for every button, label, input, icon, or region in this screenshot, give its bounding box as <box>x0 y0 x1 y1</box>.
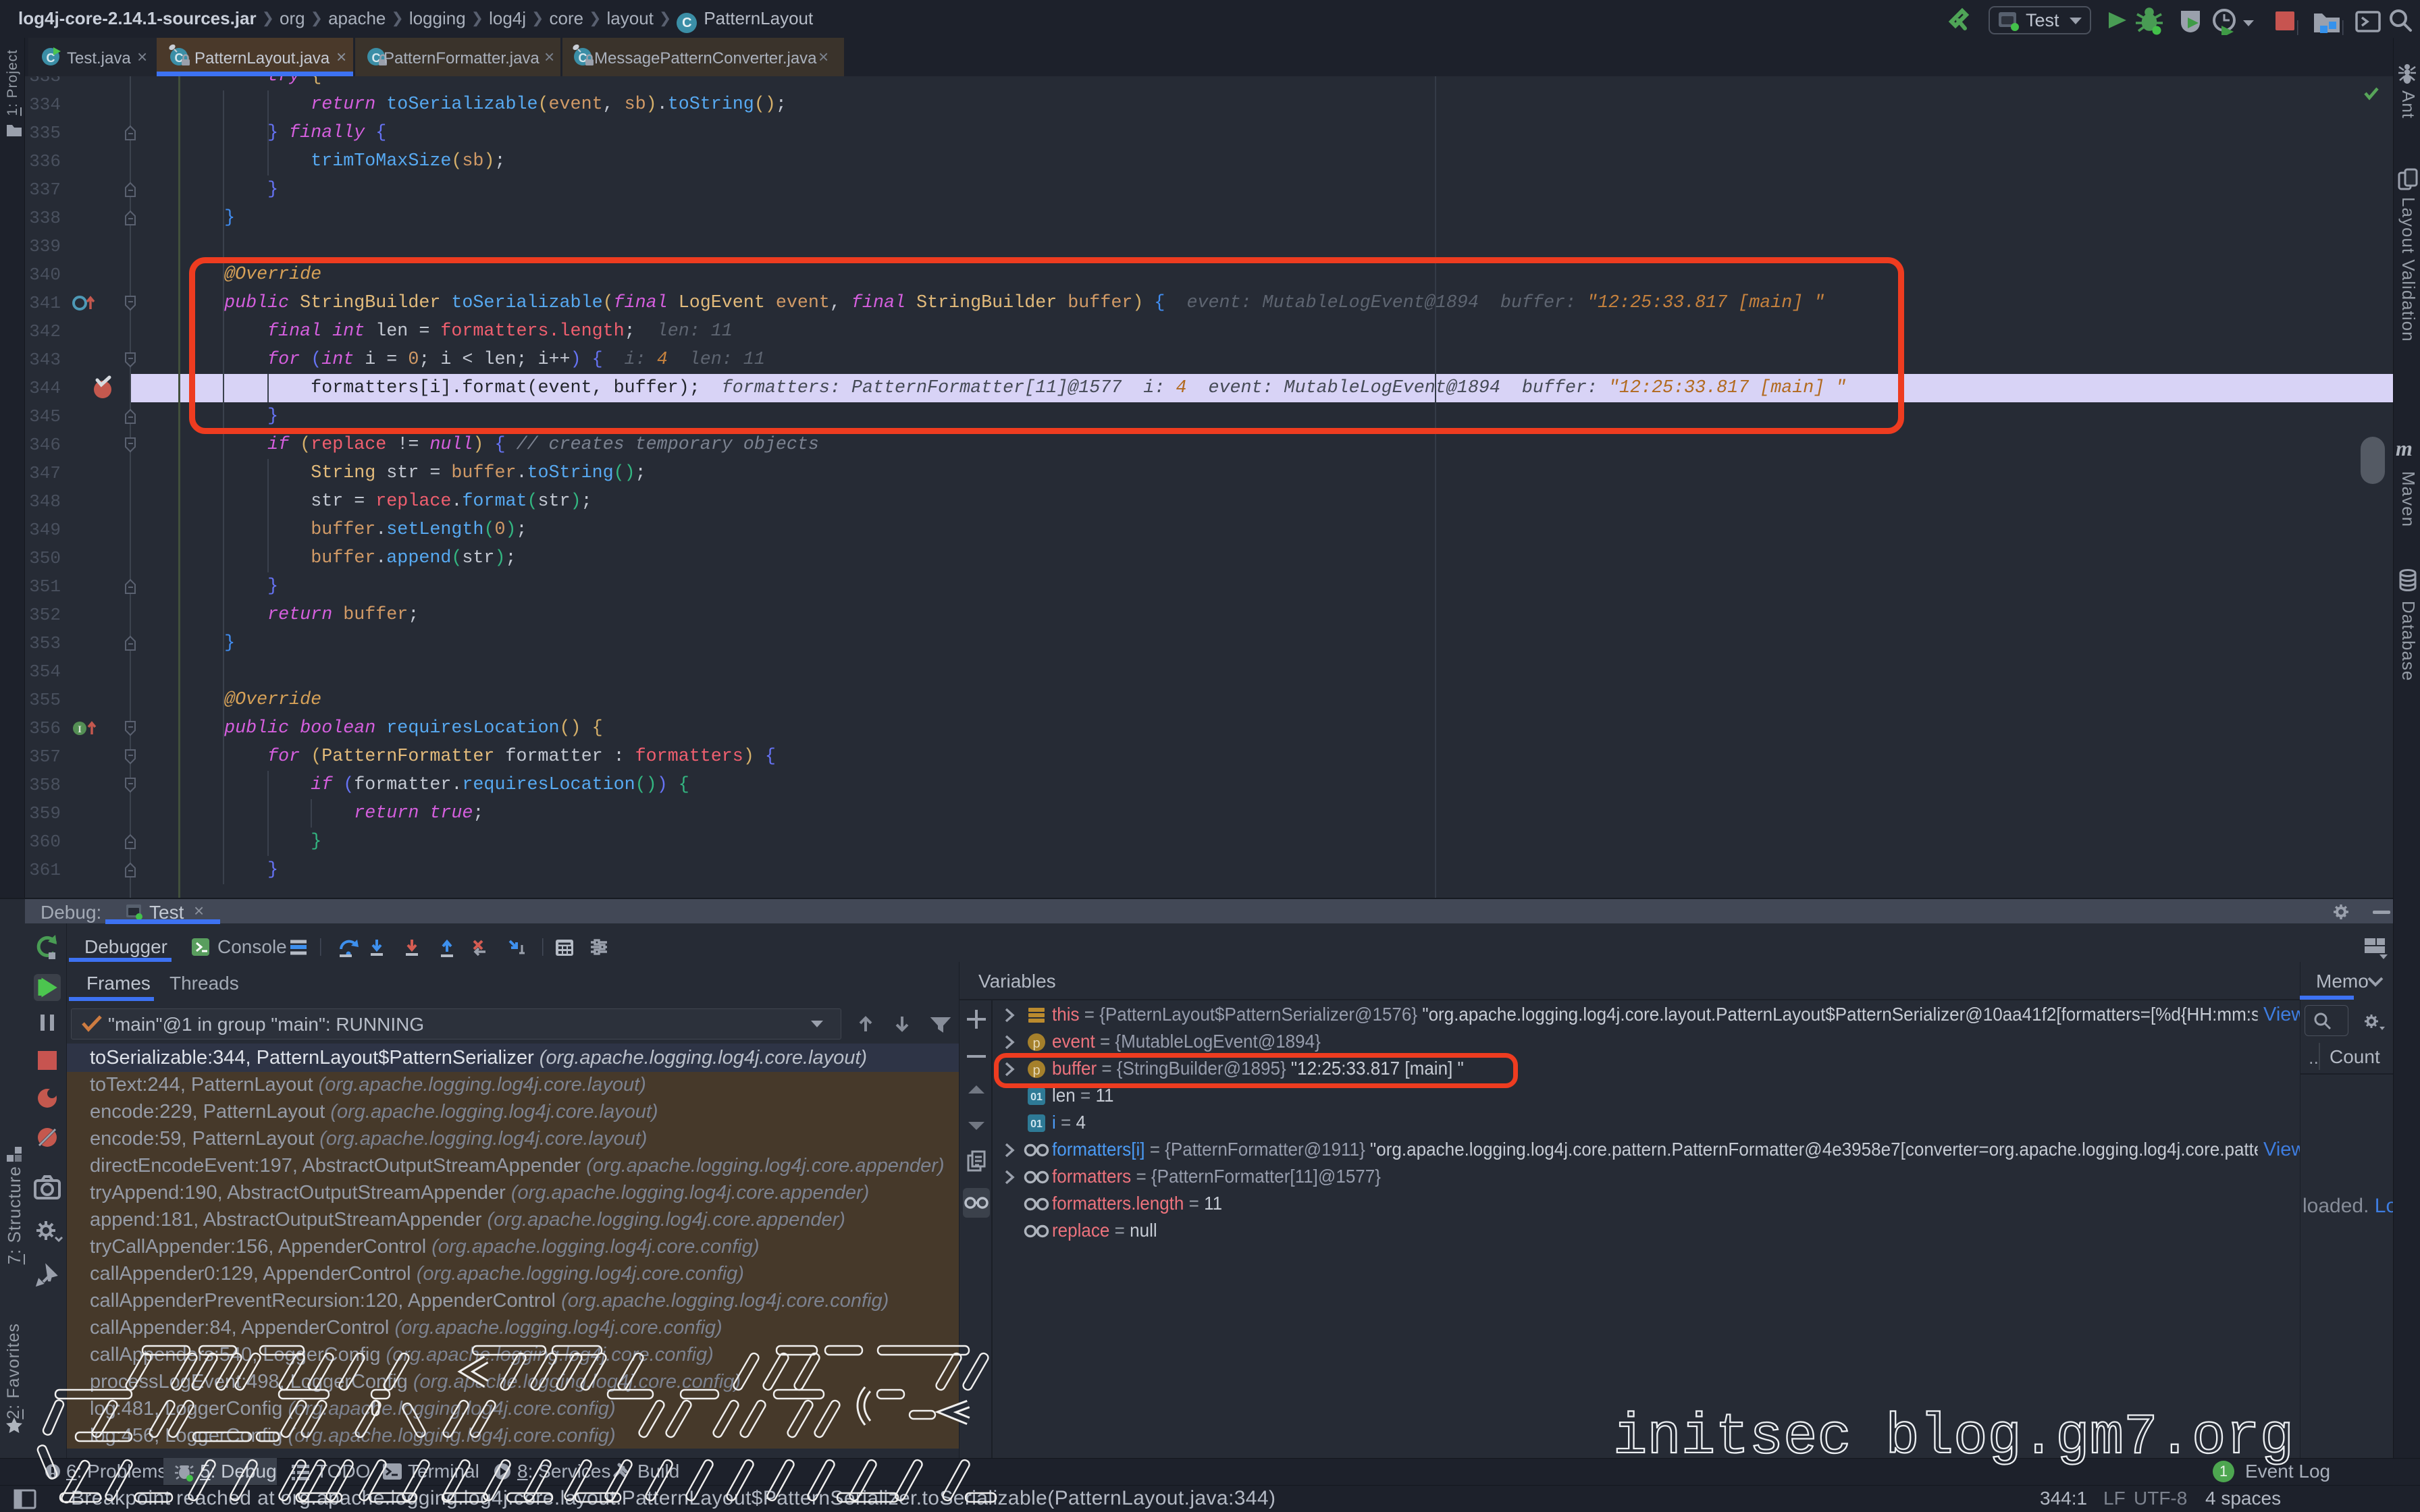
svg-text:I: I <box>78 724 82 735</box>
svg-text:p: p <box>1032 1036 1040 1051</box>
svg-text:01: 01 <box>1030 1091 1043 1103</box>
svg-text:Test: Test <box>2026 10 2059 30</box>
svg-text:01: 01 <box>1030 1118 1043 1130</box>
